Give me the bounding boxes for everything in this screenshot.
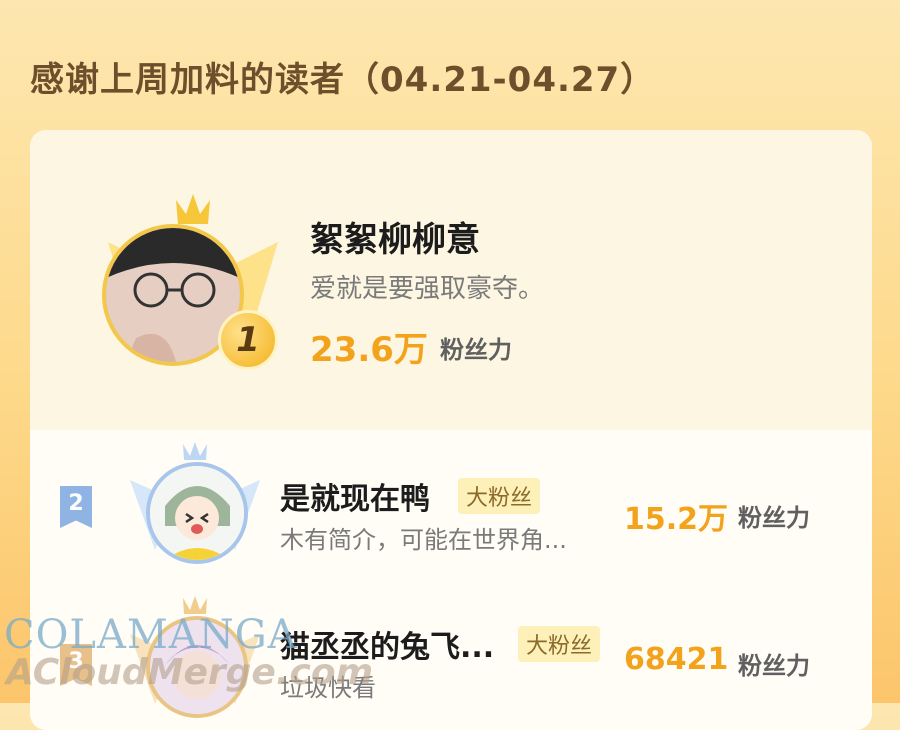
page-title: 感谢上周加料的读者（04.21-04.27） xyxy=(30,60,656,100)
rank-2-flag: 2 xyxy=(60,486,92,528)
fans-unit-label: 粉丝力 xyxy=(440,336,512,364)
fans-unit-label: 粉丝力 xyxy=(738,504,810,532)
rank-1-medal: 1 xyxy=(218,310,278,370)
reader-name[interactable]: 是就现在鸭 xyxy=(280,474,430,518)
avatar-cartoon-icon xyxy=(150,466,244,560)
fans-unit-label: 粉丝力 xyxy=(738,652,810,680)
reader-name[interactable]: 絮絮柳柳意 xyxy=(310,212,480,261)
watermark-line-2: ACloudMerge.com xyxy=(6,652,374,693)
fans-count: 15.2万 xyxy=(624,502,729,537)
rank-1-card[interactable]: 1 絮絮柳柳意 爱就是要强取豪夺。 23.6万 粉丝力 xyxy=(30,130,872,430)
fan-level-badge: 大粉丝 xyxy=(518,626,601,662)
site-watermark: COLAMANGA ACloudMerge.com xyxy=(0,612,420,703)
rank-2-row[interactable]: 2 是就现在鸭 大粉丝 木有简介，可能在世界角... 15.2万 粉丝力 xyxy=(30,430,872,580)
fans-count: 68421 xyxy=(624,642,729,677)
reader-bio: 爱就是要强取豪夺。 xyxy=(310,274,545,304)
rank-1-avatar-frame: 1 xyxy=(68,182,318,372)
reader-bio: 木有简介，可能在世界角... xyxy=(280,526,567,554)
avatar[interactable] xyxy=(146,462,248,564)
fans-count: 23.6万 xyxy=(310,330,428,370)
fan-level-badge: 大粉丝 xyxy=(458,478,541,514)
